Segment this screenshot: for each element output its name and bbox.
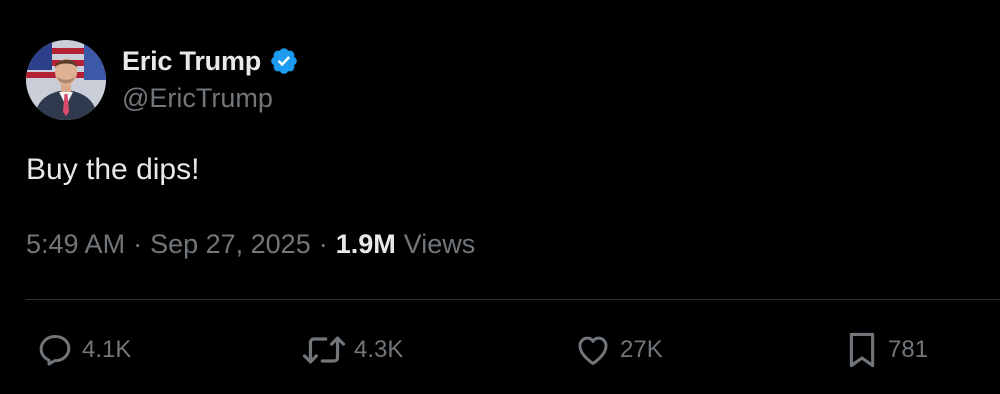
reply-count: 4.1K (82, 336, 132, 363)
verified-badge-icon[interactable] (269, 46, 299, 76)
views-label: Views (403, 229, 476, 259)
tweet-card: Eric Trump @EricTrump Buy the dips! 5:49… (0, 0, 1000, 394)
tweet-meta: 5:49 AM · Sep 27, 2025 · 1.9M Views (26, 229, 475, 260)
avatar-image (26, 40, 106, 120)
retweet-count: 4.3K (354, 336, 404, 363)
views-count[interactable]: 1.9M (336, 229, 396, 260)
bookmark-icon (849, 332, 875, 368)
meta-separator: · (318, 229, 328, 259)
meta-separator: · (133, 229, 143, 259)
retweet-button[interactable]: 4.3K (302, 330, 403, 370)
avatar[interactable] (26, 40, 106, 120)
divider (26, 299, 1000, 300)
author-row: Eric Trump (122, 44, 299, 78)
user-handle[interactable]: @EricTrump (122, 83, 273, 114)
tweet-time[interactable]: 5:49 AM (26, 229, 125, 260)
bookmark-button[interactable]: 781 (844, 330, 928, 370)
bookmark-count: 781 (888, 336, 929, 363)
like-count: 27K (620, 336, 663, 363)
tweet-date[interactable]: Sep 27, 2025 (150, 229, 311, 260)
reply-button[interactable]: 4.1K (36, 330, 131, 370)
like-button[interactable]: 27K (574, 330, 663, 370)
display-name[interactable]: Eric Trump (122, 46, 261, 77)
reply-icon (39, 335, 71, 366)
heart-icon (578, 336, 608, 365)
tweet-text: Buy the dips! (26, 153, 200, 186)
retweet-icon (302, 336, 346, 364)
